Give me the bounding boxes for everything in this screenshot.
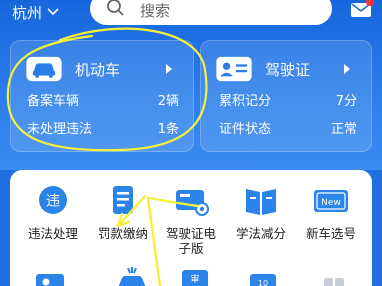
vehicle-card-title: 机动车 [75,60,121,79]
license-status-value: 正常 [330,121,357,137]
inspection-icon[interactable]: 审 [178,268,214,286]
service-study-reduce-points[interactable]: 学法减分 [226,184,296,241]
search-icon [107,0,124,16]
service-label: 罚款缴纳 [97,226,148,241]
chevron-right-icon [166,64,172,74]
new-plate-icon: New [314,190,348,212]
services-panel: 违 违法处理 罚款缴纳 驾驶证电 子版 学法减分 New 新车选号 审 10 [10,170,372,286]
registered-vehicles-row: 备案车辆 2辆 [27,89,179,109]
service-label: 驾驶证电 子版 [165,226,216,256]
service-violation-handling[interactable]: 违 违法处理 [18,184,88,241]
pending-violations-row: 未处理违法 1条 [27,117,179,137]
service-fine-payment[interactable]: 罚款缴纳 [88,184,158,241]
service-label: 新车选号 [305,226,356,241]
pending-violations-value: 1条 [157,121,179,137]
more-services-icon[interactable] [316,272,352,286]
license-status-row: 证件状态 正常 [219,117,357,137]
accumulated-points-label: 累积记分 [219,93,272,109]
study-book-icon [246,189,276,215]
chevron-right-icon [344,64,350,74]
service-label: 学法减分 [235,226,286,241]
svg-text:10: 10 [258,279,268,286]
service-e-license[interactable]: 驾驶证电 子版 [156,184,226,256]
svg-text:违: 违 [46,194,60,210]
fine-payment-icon [113,186,133,214]
chevron-down-icon [47,8,59,16]
id-card-icon [216,56,252,82]
license-status-label: 证件状态 [219,121,272,137]
registered-vehicles-value: 2辆 [157,93,179,109]
accumulated-points-value: 7分 [335,93,357,109]
vehicle-card[interactable]: 机动车 备案车辆 2辆 未处理违法 1条 [10,40,194,152]
license-card[interactable]: 驾驶证 累积记分 7分 证件状态 正常 [200,40,372,152]
search-placeholder: 搜索 [140,2,171,20]
registered-vehicles-label: 备案车辆 [27,93,80,109]
service-new-car-plate[interactable]: New 新车选号 [296,184,366,241]
city-selector[interactable]: 杭州 [12,2,60,22]
car-icon [26,56,62,82]
city-label: 杭州 [12,3,43,22]
pending-violations-label: 未处理违法 [27,121,93,137]
svg-text:New: New [321,198,341,208]
id-card-icon[interactable] [32,270,72,286]
message-button[interactable] [350,0,374,20]
e-license-icon [176,190,209,216]
calendar-icon[interactable]: 10 [246,270,282,286]
svg-text:审: 审 [190,273,199,285]
license-card-title: 驾驶证 [265,60,311,79]
search-bar[interactable]: 搜索 [90,0,332,25]
violation-icon: 违 [39,186,67,214]
car-accident-icon[interactable] [110,266,154,286]
accumulated-points-row: 累积记分 7分 [219,89,357,109]
service-label: 违法处理 [27,226,78,241]
